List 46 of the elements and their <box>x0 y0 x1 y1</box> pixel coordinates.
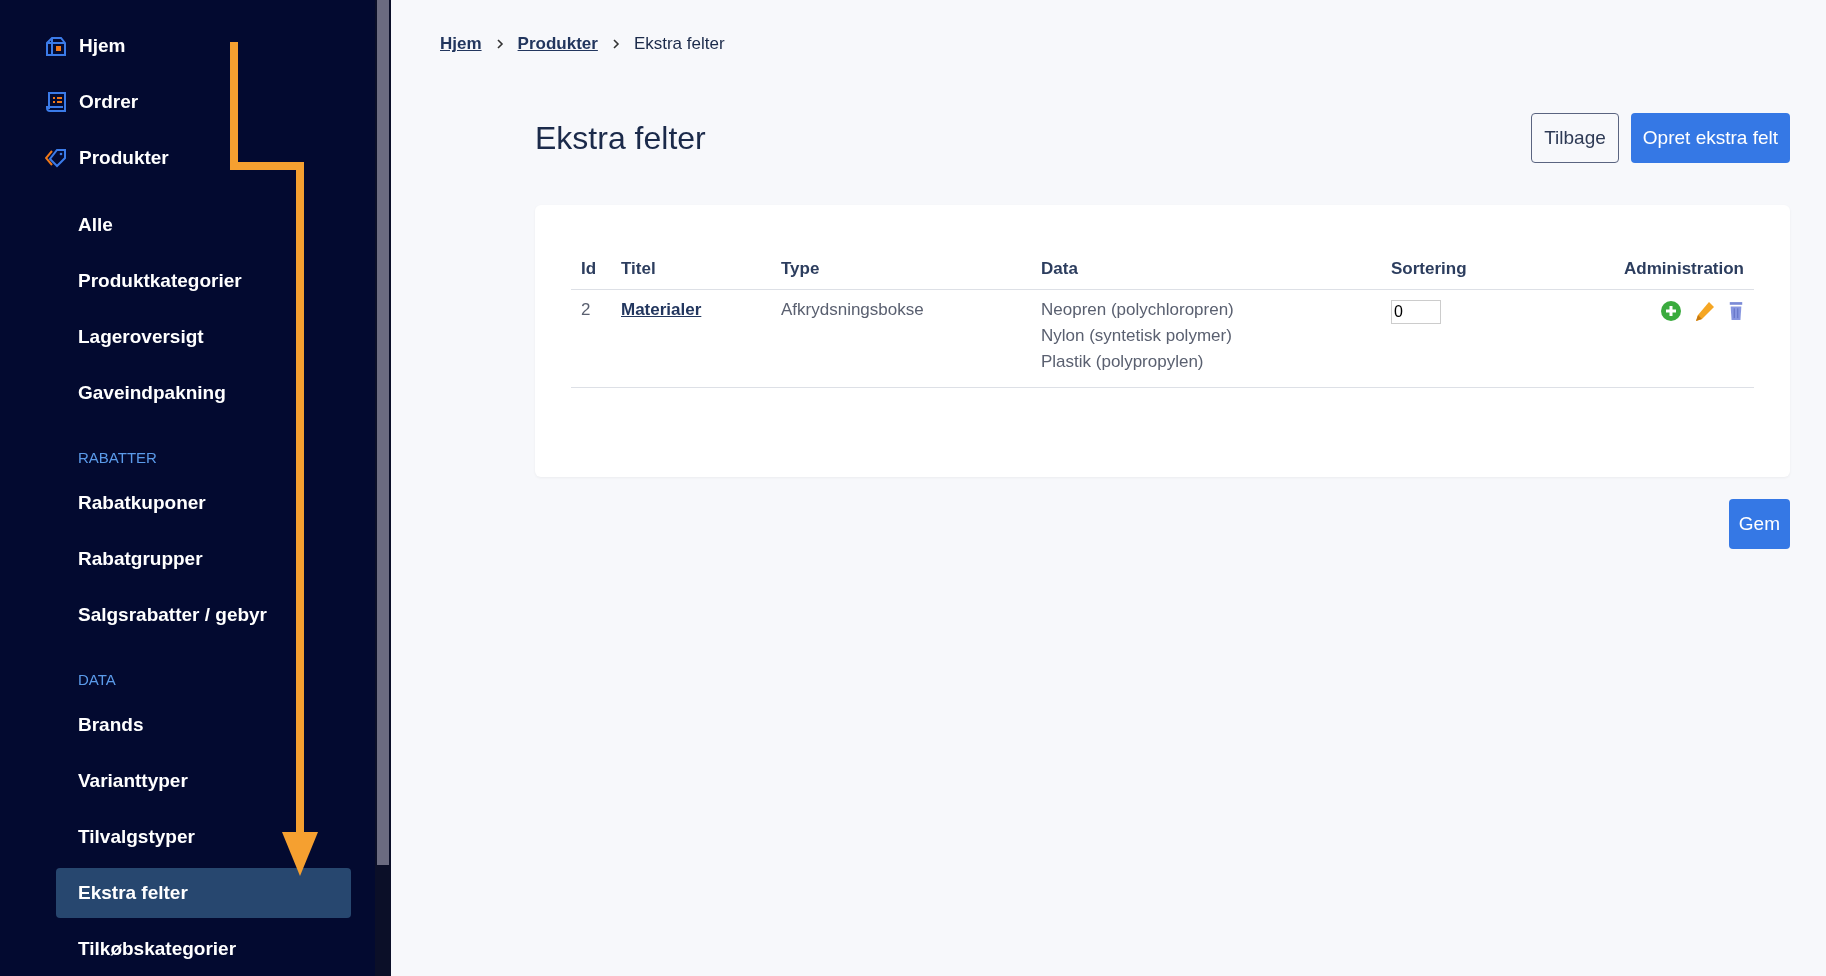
title-link[interactable]: Materialer <box>621 300 702 319</box>
sidebar-item[interactable]: Ekstra felter <box>56 868 351 918</box>
sidebar-item[interactable]: Tilvalgstyper <box>56 809 351 865</box>
breadcrumb-link[interactable]: Hjem <box>440 34 482 54</box>
sorting-field[interactable]: 0 <box>1391 300 1441 324</box>
column-header: Data <box>1031 253 1381 290</box>
save-button[interactable]: Gem <box>1728 499 1790 549</box>
sidebar-item[interactable]: Lageroversigt <box>56 309 351 365</box>
trash-icon[interactable] <box>1728 301 1744 321</box>
tag-icon <box>45 147 67 169</box>
data-value: Nylon (syntetisk polymer) <box>1041 325 1233 347</box>
pencil-icon[interactable] <box>1694 300 1716 322</box>
chevron-icon <box>611 38 620 50</box>
sidebar-item[interactable]: Produktkategorier <box>56 253 351 309</box>
column-header: Type <box>771 253 1031 290</box>
chevron-icon <box>495 38 504 50</box>
column-header: Sortering <box>1381 253 1533 290</box>
sidebar-item[interactable]: Varianttyper <box>56 753 351 809</box>
column-header: Id <box>571 253 611 290</box>
create-button[interactable]: Opret ekstra felt <box>1630 113 1790 163</box>
sidebar-section-label: RABATTER <box>77 447 158 468</box>
sidebar-section-label: DATA <box>77 669 117 690</box>
add-icon[interactable] <box>1660 300 1682 322</box>
sidebar-item[interactable]: Ordrer <box>0 74 375 130</box>
house-icon <box>45 35 67 57</box>
data-value: Neopren (polychloropren) <box>1041 299 1235 321</box>
sidebar-item[interactable]: Gaveindpakning <box>56 365 351 421</box>
column-header: Administration <box>1532 253 1754 290</box>
sidebar-item[interactable]: Produkter <box>0 130 375 186</box>
sidebar-item[interactable]: Rabatkuponer <box>56 475 351 531</box>
breadcrumb-link[interactable]: Produkter <box>517 34 598 54</box>
data-value: Plastik (polypropylen) <box>1041 351 1205 373</box>
sidebar-item[interactable]: Alle <box>56 197 351 253</box>
column-header: Titel <box>611 253 771 290</box>
page-title: Ekstra felter <box>535 119 706 157</box>
sidebar-item[interactable]: Hjem <box>0 18 375 74</box>
sidebar-item[interactable]: Rabatgrupper <box>56 531 351 587</box>
table-cell: Afkrydsningsbokse <box>781 300 924 319</box>
back-button[interactable]: Tilbage <box>1531 113 1619 163</box>
list-icon <box>45 91 67 113</box>
scrollbar-thumb[interactable] <box>377 0 389 865</box>
breadcrumb-current: Ekstra felter <box>633 34 725 54</box>
table-cell: 2 <box>581 300 591 319</box>
sidebar-item[interactable]: Tilkøbskategorier <box>56 921 351 976</box>
sidebar-item[interactable]: Salgsrabatter / gebyr <box>56 587 351 643</box>
sidebar-item[interactable]: Brands <box>56 697 351 753</box>
